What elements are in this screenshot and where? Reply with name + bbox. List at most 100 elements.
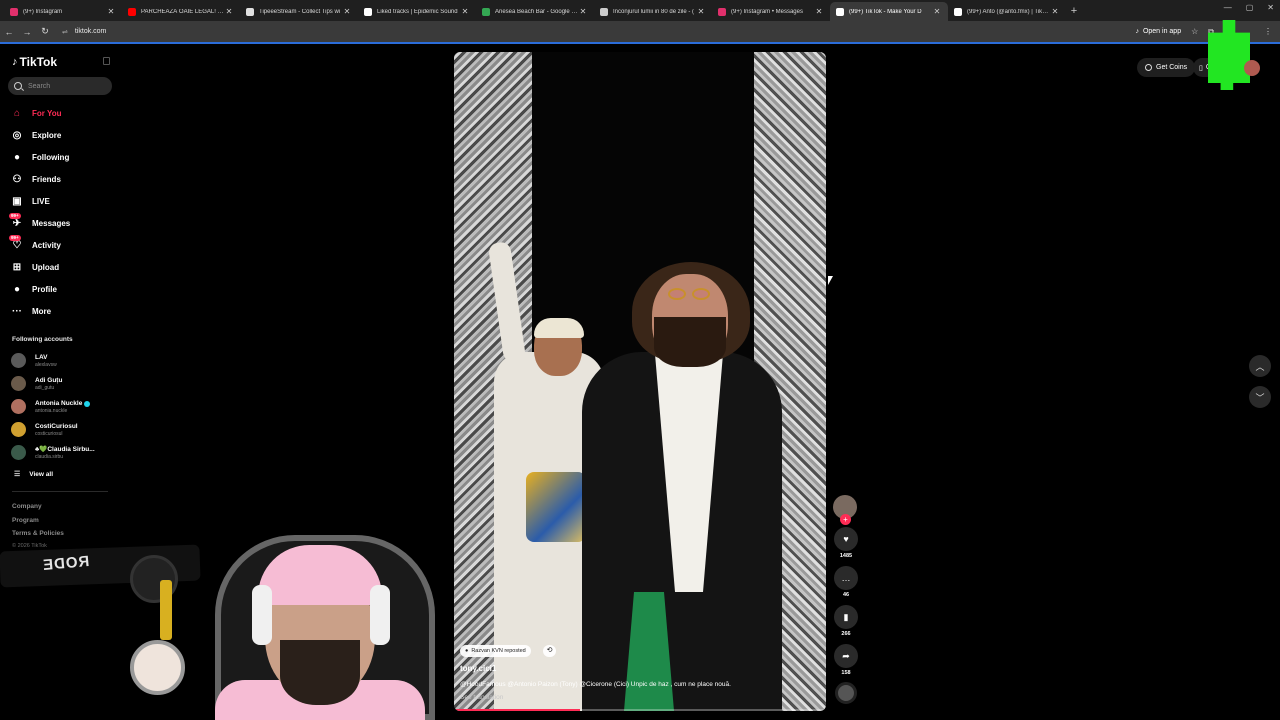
user-avatar[interactable] <box>1244 60 1260 76</box>
like-heart-icon[interactable]: ♥ <box>834 527 858 551</box>
footer-program-link[interactable]: Program <box>12 517 39 524</box>
sidebar-item-messages[interactable]: ✈ 99+ Messages <box>9 212 114 234</box>
video-progress-bar[interactable] <box>454 709 826 711</box>
sidebar-item-more[interactable]: ··· More <box>10 300 114 322</box>
new-tab-icon[interactable]: + <box>1066 5 1082 17</box>
browser-tab[interactable]: TipeeeStream - Collect Tips wi ✕ <box>240 2 358 21</box>
browser-tab[interactable]: (9+) Instagram ✕ <box>4 2 122 21</box>
bookmark-icon[interactable]: ▮ <box>834 605 858 629</box>
sidebar-divider <box>12 491 108 492</box>
menu-icon[interactable]: ⋮ <box>1264 27 1272 37</box>
sidebar-item-following[interactable]: ● Following <box>10 146 114 168</box>
next-video-chevron-down-icon[interactable]: ﹀ <box>1249 386 1271 408</box>
forward-icon[interactable]: → <box>18 27 36 37</box>
back-icon[interactable]: ← <box>0 27 18 37</box>
get-coins-button[interactable]: Get Coins <box>1137 58 1196 77</box>
following-account[interactable]: CostiCuriosul costicuriosul <box>11 418 115 441</box>
tab-close-icon[interactable]: ✕ <box>106 7 116 16</box>
creator-avatar[interactable]: + <box>833 495 857 525</box>
tab-close-icon[interactable]: ✕ <box>814 7 824 16</box>
tab-title: Anesea Beach Bar - Google Ma <box>495 8 578 15</box>
sidebar-item-label: LIVE <box>32 196 50 206</box>
sidebar-item-label: Profile <box>32 284 57 294</box>
comment-icon[interactable]: … <box>834 566 858 590</box>
sidebar-item-friends[interactable]: ⚇ Friends <box>10 168 114 190</box>
following-account[interactable]: ♣💚Claudia Sirbu... claudia.sirbu <box>11 441 115 464</box>
sidebar-item-explore[interactable]: ◎ Explore <box>10 124 114 146</box>
tab-close-icon[interactable]: ✕ <box>224 7 234 16</box>
sidebar-item-live[interactable]: ▣ LIVE <box>10 190 114 212</box>
reposter-avatar-icon: ● <box>465 648 469 654</box>
browser-tab[interactable]: (99+) Anto (@anto.fmx) | TikTok ✕ <box>948 2 1066 21</box>
close-window-icon[interactable]: ✕ <box>1267 3 1274 12</box>
previous-video-chevron-up-icon[interactable]: ︿ <box>1249 355 1271 377</box>
following-account[interactable]: LAV alexlavsw <box>11 349 115 372</box>
browser-tab[interactable]: Anesea Beach Bar - Google Ma ✕ <box>476 2 594 21</box>
site-info-icon[interactable]: ⇌ <box>62 28 68 36</box>
tab-close-icon[interactable]: ✕ <box>696 7 706 16</box>
microphone-clip <box>160 580 172 640</box>
tab-title: PARCHEAZĂ OAIE LEGAL! | Slay <box>141 8 224 15</box>
url-field[interactable]: ⇌ tiktok.com <box>62 24 1135 40</box>
browser-tab[interactable]: PARCHEAZĂ OAIE LEGAL! | Slay ✕ <box>122 2 240 21</box>
account-handle: costicuriosul <box>35 430 63 437</box>
video-player[interactable]: ● Razvan KVN reposted ⟲ tony.cici1 @Hood… <box>454 52 826 711</box>
avatar <box>11 445 26 460</box>
tab-favicon-icon <box>10 7 18 16</box>
following-account[interactable]: Antonia Nuckle antonia.nuckle <box>11 395 115 418</box>
sidebar-item-profile[interactable]: ● Profile <box>10 278 114 300</box>
upload-icon: ⊞ <box>12 261 22 273</box>
tab-close-icon[interactable]: ✕ <box>578 7 588 16</box>
sidebar-item-activity[interactable]: ♡ 99+ Activity <box>9 234 114 256</box>
search-icon <box>14 82 22 90</box>
activity-icon: ♡ 99+ <box>9 235 22 251</box>
browser-tab[interactable]: (9+) Instagram • Messages ✕ <box>712 2 830 21</box>
view-all-button[interactable]: ☰ View all <box>14 470 53 479</box>
streamer-beard <box>280 640 360 705</box>
footer-company-link[interactable]: Company <box>12 503 42 510</box>
tiktok-logo[interactable]: ♪ TikTok <box>12 55 57 69</box>
search-input[interactable]: Search <box>8 77 112 95</box>
notification-badge: 99+ <box>9 213 21 219</box>
reload-icon[interactable]: ↻ <box>36 26 54 37</box>
following-account[interactable]: Adi Guțu adi_gutu <box>11 372 115 395</box>
browser-tab[interactable]: Inconjurul lumii in 80 de zile - (✕ <box>594 2 712 21</box>
tab-close-icon[interactable]: ✕ <box>342 7 352 16</box>
bookmark-star-icon[interactable]: ☆ <box>1191 27 1198 37</box>
open-in-app-button[interactable]: ♪ Open in app <box>1135 28 1181 35</box>
sidebar-item-for-you[interactable]: ⌂ For You <box>10 102 114 124</box>
tab-close-icon[interactable]: ✕ <box>1050 7 1060 16</box>
music-disc-icon[interactable] <box>835 682 857 704</box>
video-progress-fill <box>454 709 581 711</box>
maximize-icon[interactable]: ▢ <box>1246 3 1254 12</box>
main-nav: ⌂ For You ◎ Explore ● Following ⚇ Friends ▣ LIVE ✈… <box>9 102 114 322</box>
follow-plus-icon[interactable]: + <box>840 514 851 525</box>
avatar <box>11 399 26 414</box>
minimize-icon[interactable]: — <box>1224 3 1232 12</box>
sidebar-item-label: More <box>32 306 52 316</box>
video-author[interactable]: tony.cici1 <box>460 664 496 673</box>
video-glasses <box>668 288 712 300</box>
tab-title: Liked tracks | Epidemic Sound <box>377 8 458 15</box>
sidebar-item-label: For You <box>32 108 62 118</box>
browser-tab[interactable]: (99+) TikTok - Make Your D ✕ <box>830 2 948 21</box>
share-icon[interactable]: ➦ <box>834 644 858 668</box>
repost-badge[interactable]: ● Razvan KVN reposted <box>460 645 531 657</box>
video-description: @HoodFamous @Antonio Paizon (Tony) @Cice… <box>460 681 731 688</box>
list-icon: ☰ <box>14 471 21 478</box>
tab-close-icon[interactable]: ✕ <box>932 7 942 16</box>
tab-close-icon[interactable]: ✕ <box>460 7 470 16</box>
tab-favicon-icon <box>954 7 962 16</box>
tab-favicon-icon <box>482 7 490 16</box>
like-count: 1485 <box>839 553 853 559</box>
collapse-sidebar-icon[interactable] <box>103 57 110 65</box>
mouse-cursor-icon <box>828 276 833 285</box>
sidebar-item-upload[interactable]: ⊞ Upload <box>10 256 114 278</box>
avatar <box>11 422 26 437</box>
browser-tab[interactable]: Liked tracks | Epidemic Sound ✕ <box>358 2 476 21</box>
live-icon: ▣ <box>12 195 22 207</box>
sidebar-item-label: Messages <box>32 218 71 228</box>
see-translation-link[interactable]: See translation <box>460 694 503 701</box>
tab-title: (9+) Instagram <box>23 8 63 15</box>
video-person-left-cap <box>534 318 584 338</box>
